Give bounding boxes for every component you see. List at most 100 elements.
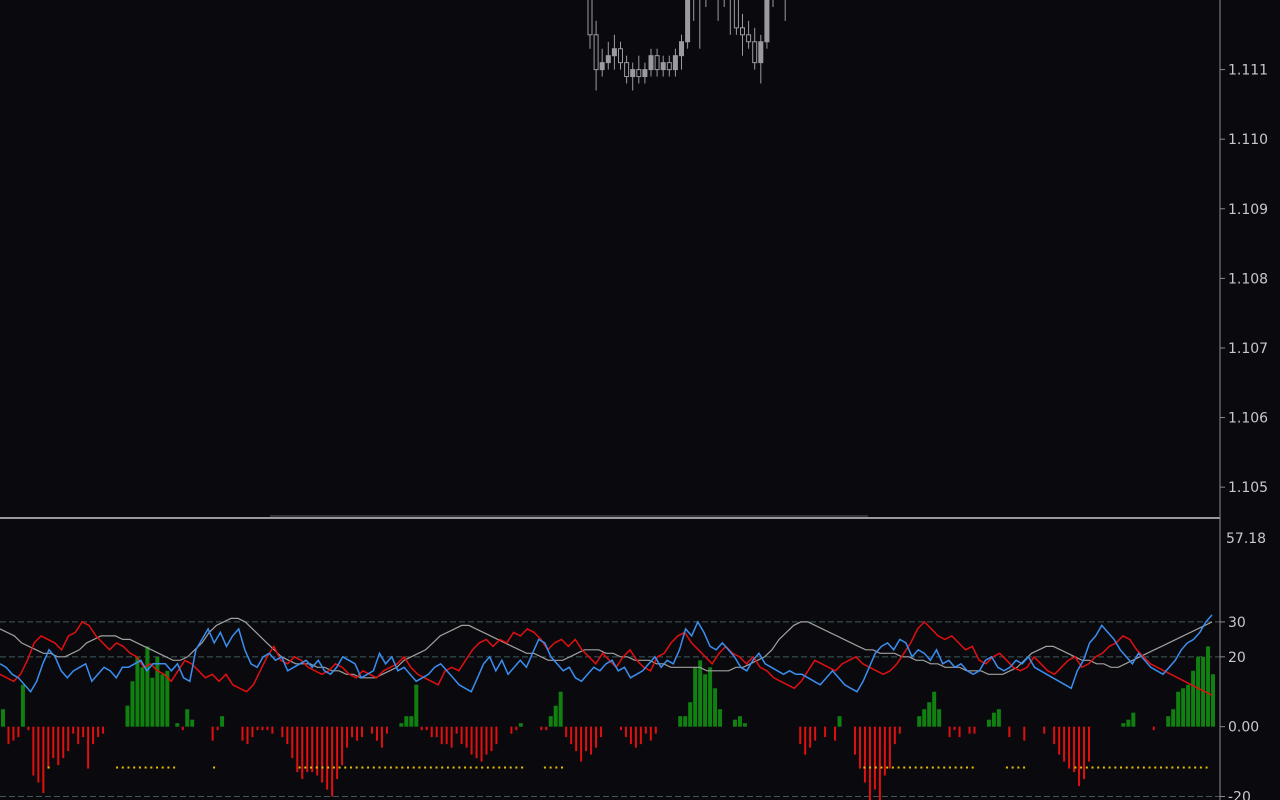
histogram-bar-positive bbox=[927, 702, 932, 727]
histogram-bar-negative bbox=[92, 726, 95, 745]
signal-dot bbox=[914, 766, 917, 769]
histogram-bar-positive bbox=[518, 723, 523, 727]
signal-dot bbox=[1171, 766, 1174, 769]
candle-body bbox=[587, 0, 593, 36]
indicator-tick-label: 0.00 bbox=[1228, 720, 1259, 736]
histogram-bar-negative bbox=[809, 726, 812, 748]
histogram-bar-positive bbox=[713, 688, 718, 727]
histogram-bar-negative bbox=[565, 726, 568, 738]
histogram-bar-negative bbox=[17, 726, 20, 738]
histogram-bar-negative bbox=[301, 726, 304, 780]
signal-dot bbox=[338, 766, 341, 769]
signal-dot bbox=[418, 766, 421, 769]
histogram-bar-negative bbox=[470, 726, 473, 755]
signal-dot bbox=[173, 766, 176, 769]
histogram-bar-positive bbox=[20, 684, 25, 727]
candle-body bbox=[642, 69, 648, 78]
signal-dot bbox=[1023, 766, 1026, 769]
histogram-bar-positive bbox=[145, 646, 150, 727]
signal-dot bbox=[863, 766, 866, 769]
histogram-bar-negative bbox=[595, 726, 598, 748]
signal-dot bbox=[389, 766, 392, 769]
signal-dot bbox=[1085, 766, 1088, 769]
signal-dot bbox=[116, 766, 119, 769]
histogram-bar-positive bbox=[409, 716, 414, 727]
histogram-bar-negative bbox=[1023, 726, 1026, 741]
histogram-bar-positive bbox=[1, 709, 5, 727]
histogram-bar-negative bbox=[261, 726, 264, 731]
signal-dot bbox=[1199, 766, 1202, 769]
signal-dot bbox=[948, 766, 951, 769]
histogram-bar-negative bbox=[67, 726, 70, 752]
histogram-bar-negative bbox=[485, 726, 488, 755]
histogram-bar-negative bbox=[545, 726, 548, 731]
histogram-bar-negative bbox=[580, 726, 583, 762]
histogram-bar-positive bbox=[708, 667, 713, 727]
histogram-bar-negative bbox=[1073, 726, 1076, 773]
signal-dot bbox=[156, 766, 159, 769]
histogram-bar-negative bbox=[490, 726, 493, 752]
histogram-bar-negative bbox=[873, 726, 876, 790]
signal-dot bbox=[515, 766, 518, 769]
signal-dot bbox=[1005, 766, 1008, 769]
signal-dot bbox=[1074, 766, 1077, 769]
signal-dot bbox=[144, 766, 147, 769]
histogram-bar-positive bbox=[404, 716, 409, 727]
histogram-bar-negative bbox=[455, 726, 458, 734]
histogram-bar-positive bbox=[140, 667, 145, 727]
candle-body bbox=[605, 55, 611, 64]
histogram-bar-negative bbox=[629, 726, 632, 745]
histogram-bar-negative bbox=[475, 726, 478, 759]
signal-dot bbox=[971, 766, 974, 769]
histogram-bar-negative bbox=[958, 726, 961, 738]
candle-body bbox=[648, 55, 654, 71]
histogram-bar-positive bbox=[1206, 646, 1211, 727]
histogram-bar-negative bbox=[77, 726, 80, 745]
histogram-bar-negative bbox=[47, 726, 50, 769]
signal-dot bbox=[943, 766, 946, 769]
histogram-bar-positive bbox=[688, 702, 693, 727]
signal-dot bbox=[464, 766, 467, 769]
histogram-bar-positive bbox=[1121, 723, 1126, 727]
signal-dot bbox=[1120, 766, 1123, 769]
signal-dot bbox=[1177, 766, 1180, 769]
histogram-bar-negative bbox=[540, 726, 543, 731]
histogram-bar-negative bbox=[286, 726, 289, 745]
signal-dot bbox=[498, 766, 501, 769]
signal-dot bbox=[138, 766, 141, 769]
histogram-bar-positive bbox=[1196, 656, 1201, 727]
histogram-bar-negative bbox=[1078, 726, 1081, 787]
signal-dot bbox=[424, 766, 427, 769]
signal-dot bbox=[543, 766, 546, 769]
histogram-bar-negative bbox=[1063, 726, 1066, 762]
signal-dot bbox=[213, 766, 216, 769]
indicator-tick-label: -20 bbox=[1228, 790, 1251, 800]
histogram-bar-negative bbox=[370, 726, 373, 734]
candle-body bbox=[611, 48, 617, 57]
candle-body bbox=[672, 55, 678, 71]
chart-background bbox=[0, 0, 1280, 800]
histogram-bar-positive bbox=[986, 719, 991, 727]
histogram-bar-negative bbox=[440, 726, 443, 745]
histogram-bar-positive bbox=[160, 674, 165, 727]
signal-dot bbox=[167, 766, 170, 769]
signal-dot bbox=[150, 766, 153, 769]
histogram-bar-negative bbox=[460, 726, 463, 745]
histogram-bar-negative bbox=[32, 726, 35, 776]
histogram-bar-positive bbox=[155, 656, 160, 727]
histogram-bar-positive bbox=[220, 716, 225, 727]
histogram-bar-negative bbox=[634, 726, 637, 748]
histogram-bar-positive bbox=[991, 712, 996, 727]
histogram-bar-positive bbox=[996, 709, 1001, 727]
histogram-bar-negative bbox=[281, 726, 284, 738]
histogram-bar-negative bbox=[799, 726, 802, 745]
signal-dot bbox=[401, 766, 404, 769]
histogram-bar-negative bbox=[311, 726, 314, 773]
candle-body bbox=[593, 34, 599, 71]
histogram-bar-negative bbox=[953, 726, 956, 731]
chart-root: 1.111 1.110 1.109 1.108 1.107 1.106 1.105 30 20… bbox=[0, 0, 1280, 800]
signal-dot bbox=[1131, 766, 1134, 769]
histogram-bar-positive bbox=[150, 677, 155, 727]
signal-dot bbox=[1137, 766, 1140, 769]
histogram-bar-negative bbox=[619, 726, 622, 731]
